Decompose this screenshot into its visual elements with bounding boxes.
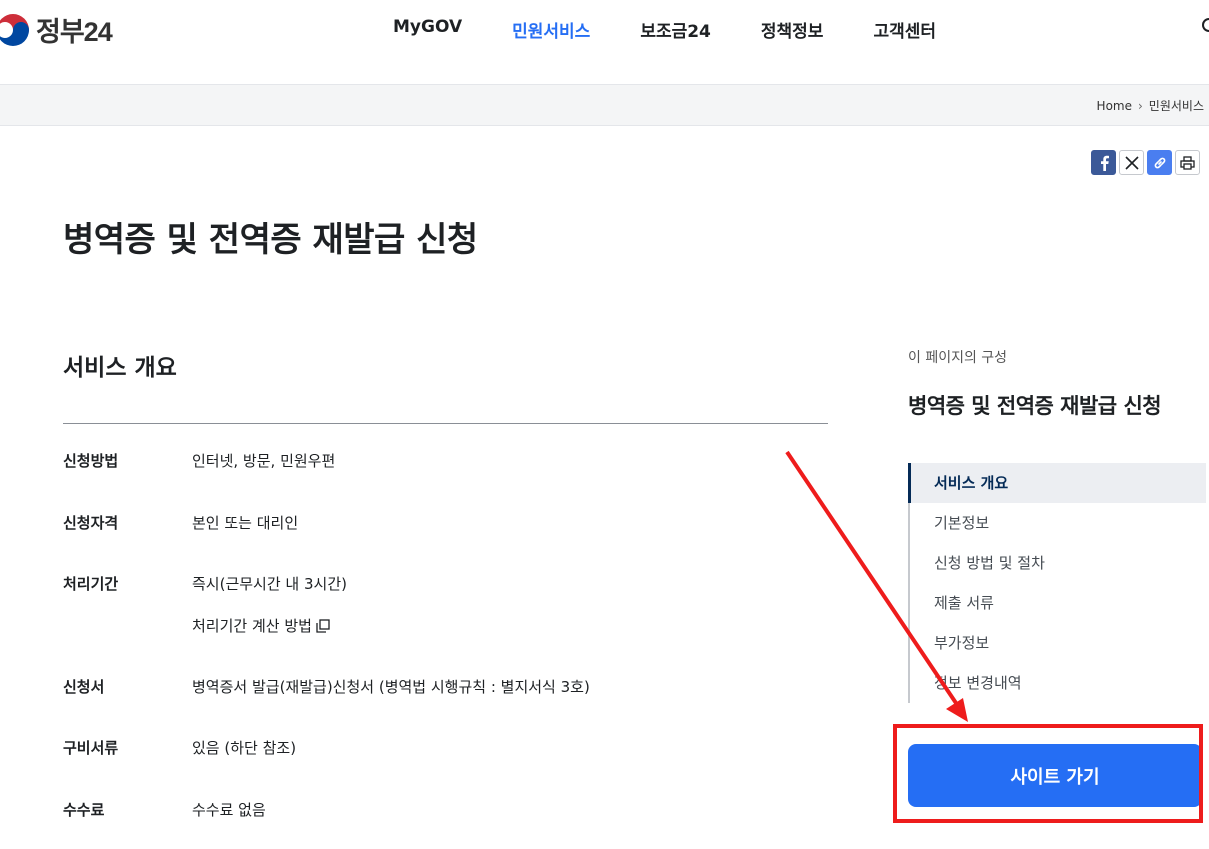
search-icon[interactable] bbox=[1201, 17, 1209, 37]
breadcrumb-bar: Home › 민원서비스 bbox=[0, 85, 1209, 126]
toc-item-procedure[interactable]: 신청 방법 및 절차 bbox=[910, 543, 1206, 583]
processing-time-calc-link[interactable]: 처리기간 계산 방법 bbox=[192, 615, 347, 636]
processing-time-calc-label: 처리기간 계산 방법 bbox=[192, 617, 312, 635]
info-row-documents: 구비서류 있음 (하단 참조) bbox=[63, 737, 828, 799]
toc-caption: 이 페이지의 구성 bbox=[908, 350, 1008, 366]
info-value: 인터넷, 방문, 민원우편 bbox=[192, 452, 336, 470]
taegeuk-logo-icon bbox=[0, 13, 29, 46]
info-row-processing-time: 처리기간 즉시(근무시간 내 3시간) 처리기간 계산 방법 bbox=[63, 573, 828, 676]
service-overview-list: 신청방법 인터넷, 방문, 민원우편 신청자격 본인 또는 대리인 처리기간 즉… bbox=[63, 450, 828, 839]
nav-item-subsidy[interactable]: 보조금24 bbox=[640, 17, 711, 42]
toc-item-documents[interactable]: 제출 서류 bbox=[910, 583, 1206, 623]
info-value: 즉시(근무시간 내 3시간) bbox=[192, 575, 347, 593]
info-label: 수수료 bbox=[63, 801, 105, 819]
nav-item-customer-center[interactable]: 고객센터 bbox=[873, 17, 936, 42]
info-label: 신청자격 bbox=[63, 514, 119, 532]
info-label: 신청방법 bbox=[63, 452, 119, 470]
info-value: 수수료 없음 bbox=[192, 801, 266, 819]
info-label: 구비서류 bbox=[63, 739, 119, 757]
printer-icon bbox=[1180, 155, 1195, 170]
nav-item-mygov[interactable]: MyGOV bbox=[393, 17, 462, 42]
go-to-site-button[interactable]: 사이트 가기 bbox=[908, 744, 1202, 807]
info-label: 처리기간 bbox=[63, 575, 119, 593]
main-nav: MyGOV 민원서비스 보조금24 정책정보 고객센터 bbox=[393, 17, 986, 42]
section-title: 서비스 개요 bbox=[63, 355, 177, 381]
x-share-button[interactable] bbox=[1119, 150, 1144, 175]
print-button[interactable] bbox=[1175, 150, 1200, 175]
info-label: 신청서 bbox=[63, 678, 105, 696]
section-divider bbox=[63, 423, 828, 424]
toc-item-basic-info[interactable]: 기본정보 bbox=[910, 503, 1206, 543]
facebook-icon bbox=[1100, 155, 1109, 171]
info-value: 병역증서 발급(재발급)신청서 (병역법 시행규칙 : 별지서식 3호) bbox=[192, 678, 590, 696]
logo-text: 정부24 bbox=[36, 17, 113, 47]
info-value: 본인 또는 대리인 bbox=[192, 514, 299, 532]
nav-item-policy-info[interactable]: 정책정보 bbox=[761, 17, 824, 42]
breadcrumb-current[interactable]: 민원서비스 bbox=[1149, 97, 1204, 114]
info-row-application-form: 신청서 병역증서 발급(재발급)신청서 (병역법 시행규칙 : 별지서식 3호) bbox=[63, 676, 828, 737]
breadcrumb-home[interactable]: Home bbox=[1097, 99, 1132, 113]
info-row-eligibility: 신청자격 본인 또는 대리인 bbox=[63, 512, 828, 573]
x-icon bbox=[1124, 155, 1139, 170]
breadcrumb: Home › 민원서비스 bbox=[1097, 97, 1204, 114]
toc-title: 병역증 및 전역증 재발급 신청 bbox=[908, 394, 1162, 418]
info-value: 있음 (하단 참조) bbox=[192, 739, 297, 757]
share-buttons bbox=[1091, 150, 1200, 175]
popup-icon bbox=[316, 618, 330, 633]
logo[interactable]: 정부24 bbox=[0, 10, 113, 49]
link-icon bbox=[1154, 157, 1165, 168]
site-header: 정부24 MyGOV 민원서비스 보조금24 정책정보 고객센터 bbox=[0, 0, 1209, 85]
nav-item-civil-service[interactable]: 민원서비스 bbox=[512, 17, 590, 42]
page-title: 병역증 및 전역증 재발급 신청 bbox=[63, 220, 478, 260]
info-row-fee: 수수료 수수료 없음 bbox=[63, 799, 828, 839]
toc-item-change-history[interactable]: 정보 변경내역 bbox=[910, 663, 1206, 703]
facebook-share-button[interactable] bbox=[1091, 150, 1116, 175]
toc-list: 서비스 개요 기본정보 신청 방법 및 절차 제출 서류 부가정보 정보 변경내… bbox=[908, 463, 1206, 703]
toc-item-additional-info[interactable]: 부가정보 bbox=[910, 623, 1206, 663]
info-row-method: 신청방법 인터넷, 방문, 민원우편 bbox=[63, 450, 828, 512]
chevron-right-icon: › bbox=[1137, 98, 1143, 113]
toc-item-overview[interactable]: 서비스 개요 bbox=[908, 463, 1206, 503]
copy-link-button[interactable] bbox=[1147, 150, 1172, 175]
